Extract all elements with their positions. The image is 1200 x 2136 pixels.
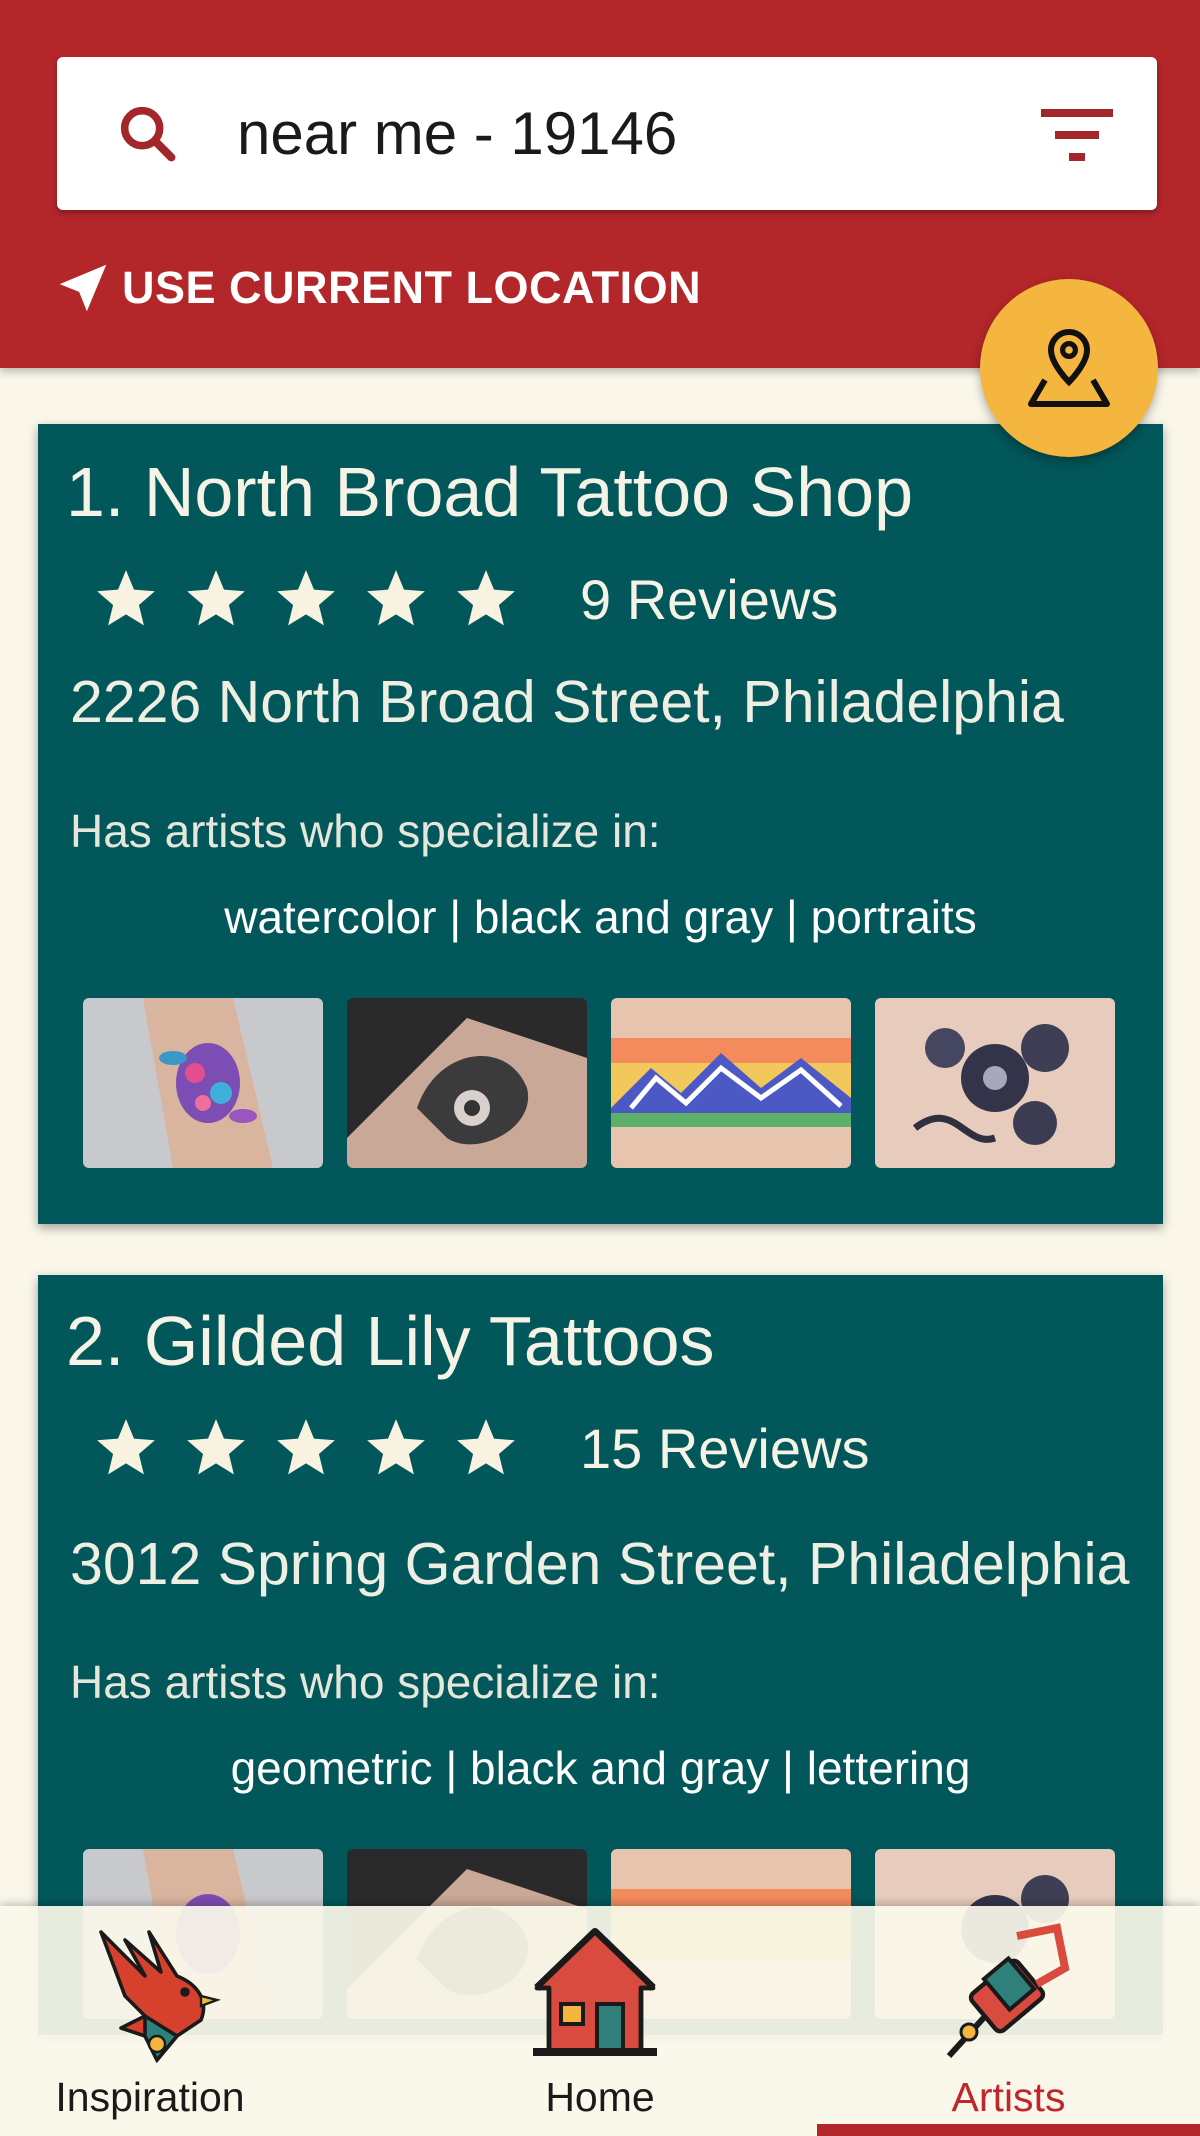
shop-title[interactable]: 2. Gilded Lily Tattoos bbox=[66, 1301, 715, 1381]
shop-address: 3012 Spring Garden Street, Philadelphia bbox=[70, 1531, 1130, 1597]
bottom-navigation: Inspiration Home Artists bbox=[0, 1906, 1200, 2136]
star-icon bbox=[97, 1419, 155, 1475]
nav-home[interactable]: Home bbox=[400, 1906, 800, 2136]
portfolio-thumbnail[interactable] bbox=[347, 998, 587, 1168]
portfolio-thumbnail[interactable] bbox=[611, 998, 851, 1168]
star-icon bbox=[277, 570, 335, 626]
star-icon bbox=[367, 1419, 425, 1475]
specialties-list: watercolor | black and gray | portraits bbox=[224, 891, 977, 943]
nav-inspiration[interactable]: Inspiration bbox=[0, 1906, 400, 2136]
star-icon bbox=[97, 570, 155, 626]
map-pin-icon bbox=[1028, 328, 1110, 407]
search-input[interactable]: near me - 19146 bbox=[237, 57, 677, 210]
specialties-heading: Has artists who specialize in: bbox=[70, 805, 661, 857]
map-view-button[interactable] bbox=[980, 279, 1158, 457]
nav-artists[interactable]: Artists bbox=[817, 1906, 1200, 2136]
filter-icon[interactable] bbox=[1037, 97, 1117, 173]
portfolio-thumbnails bbox=[83, 998, 1139, 1168]
star-rating: 9 Reviews bbox=[92, 566, 838, 632]
star-icon bbox=[367, 570, 425, 626]
nav-label: Artists bbox=[951, 2074, 1066, 2120]
house-icon bbox=[533, 1928, 657, 2056]
star-icon bbox=[187, 570, 245, 626]
search-icon[interactable] bbox=[113, 99, 183, 169]
portfolio-thumbnail[interactable] bbox=[875, 998, 1115, 1168]
use-current-location-label: USE CURRENT LOCATION bbox=[122, 262, 702, 313]
specialties-heading: Has artists who specialize in: bbox=[70, 1656, 661, 1708]
star-icon bbox=[457, 1419, 515, 1475]
tattoo-machine-icon bbox=[946, 1923, 1070, 2059]
shop-address: 2226 North Broad Street, Philadelphia bbox=[70, 669, 1064, 735]
navigation-arrow-icon bbox=[59, 264, 107, 312]
reviews-count[interactable]: 9 Reviews bbox=[580, 567, 838, 632]
nav-label: Inspiration bbox=[55, 2074, 245, 2120]
reviews-count[interactable]: 15 Reviews bbox=[580, 1416, 869, 1481]
portfolio-thumbnail[interactable] bbox=[83, 998, 323, 1168]
swallow-icon bbox=[99, 1930, 222, 2064]
star-icon bbox=[187, 1419, 245, 1475]
star-rating: 15 Reviews bbox=[92, 1415, 869, 1481]
star-icon bbox=[457, 570, 515, 626]
specialties-list: geometric | black and gray | lettering bbox=[230, 1742, 971, 1794]
active-tab-indicator bbox=[817, 2124, 1200, 2136]
use-current-location-button[interactable]: USE CURRENT LOCATION bbox=[52, 258, 701, 318]
shop-title[interactable]: 1. North Broad Tattoo Shop bbox=[66, 452, 913, 532]
nav-label: Home bbox=[545, 2074, 655, 2120]
shop-card[interactable]: 1. North Broad Tattoo Shop 9 Reviews 222… bbox=[38, 424, 1163, 1224]
search-bar[interactable]: near me - 19146 bbox=[57, 57, 1157, 210]
star-icon bbox=[277, 1419, 335, 1475]
